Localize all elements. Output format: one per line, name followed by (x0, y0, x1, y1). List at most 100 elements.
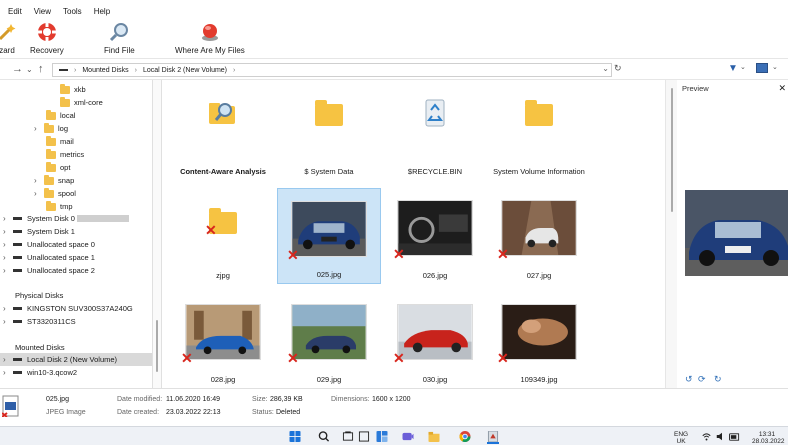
chevron-down-icon[interactable]: ⌄ (740, 63, 746, 71)
disk-icon (13, 256, 22, 259)
folder-icon (44, 174, 54, 185)
tree-item-disk-selected[interactable]: › Local Disk 2 (New Volume) (0, 353, 152, 366)
chevron-right-icon[interactable]: › (3, 227, 11, 236)
tree-item-disk[interactable]: › ST3320311CS (3, 315, 76, 328)
chevron-right-icon[interactable]: › (3, 240, 11, 249)
filter-icon[interactable]: ▼ (728, 63, 738, 74)
grid-item-folder[interactable]: $ System Data (277, 84, 381, 180)
tree-item[interactable]: xml-core (60, 96, 103, 109)
address-dropdown-icon[interactable]: ⌄ (602, 64, 609, 73)
grid-item-file[interactable]: ✕ 027.jpg (487, 188, 591, 284)
chevron-right-icon[interactable]: › (3, 214, 11, 223)
menu-edit[interactable]: Edit (0, 6, 28, 19)
flip-icon[interactable]: ⟳ (698, 374, 706, 385)
grid-item-folder[interactable]: System Volume Information (487, 84, 591, 180)
deleted-mark-icon: ✕ (181, 350, 193, 366)
chevron-right-icon[interactable]: › (34, 124, 42, 133)
grid-item-folder-deleted[interactable]: ✕ zjpg (171, 188, 275, 284)
status-file-name: 025.jpg (46, 396, 69, 403)
chevron-down-icon[interactable]: ⌄ (26, 65, 33, 74)
grid-item-file[interactable]: ✕ 026.jpg (383, 188, 487, 284)
grid-item-file[interactable]: ✕ 028.jpg (171, 292, 275, 388)
deleted-mark-icon: ✕ (287, 247, 299, 263)
scrollbar-thumb[interactable] (156, 320, 158, 372)
battery-icon[interactable] (729, 433, 740, 441)
tree-item[interactable]: local (46, 109, 75, 122)
grid-item-folder[interactable]: $RECYCLE.BIN (383, 84, 487, 180)
physical-disks-heading: Physical Disks (15, 291, 64, 300)
app-taskbar-icon[interactable] (487, 431, 499, 442)
scrollbar-thumb[interactable] (671, 88, 673, 212)
refresh-icon[interactable]: ↻ (614, 63, 622, 74)
folder-icon (46, 200, 56, 211)
chevron-right-icon[interactable]: › (3, 304, 11, 313)
chevron-right-icon[interactable]: › (3, 266, 11, 275)
tree-item[interactable]: xkb (60, 83, 86, 96)
wizard-button[interactable]: zard (0, 21, 18, 55)
search-icon[interactable] (318, 431, 330, 442)
folder-icon (60, 96, 70, 107)
photo-thumbnail: ✕ (393, 200, 473, 261)
grid-scrollbar[interactable] (665, 80, 677, 388)
task-view-icon[interactable] (342, 431, 354, 442)
close-icon[interactable]: ✕ (778, 83, 786, 94)
grid-item-file[interactable]: ✕ 030.jpg (383, 292, 487, 388)
volume-icon[interactable] (716, 432, 725, 441)
teams-chat-icon[interactable] (402, 431, 414, 442)
address-bar[interactable]: › Mounted Disks › Local Disk 2 (New Volu… (52, 63, 612, 77)
tree-item-disk[interactable]: › System Disk 0 (3, 212, 129, 225)
tree-item-disk[interactable]: › KINGSTON SUV300S37A240G (3, 302, 133, 315)
where-are-my-files-button[interactable]: Where Are My Files (175, 21, 245, 55)
menu-tools[interactable]: Tools (57, 6, 88, 19)
tree-item[interactable]: opt (46, 161, 70, 174)
recovery-button[interactable]: Recovery (30, 21, 64, 55)
chevron-right-icon[interactable]: › (3, 317, 11, 326)
tree-item[interactable]: metrics (46, 148, 84, 161)
tray-region: UK (676, 438, 686, 445)
breadcrumb-mounted-disks[interactable]: Mounted Disks (82, 67, 128, 74)
tree-item-disk[interactable]: › Unallocated space 0 (3, 238, 95, 251)
up-arrow-icon[interactable]: ↑ (38, 63, 44, 75)
taskbar: ENG UK 13:31 28.03.2022 (0, 426, 788, 445)
file-explorer-icon[interactable] (428, 431, 440, 442)
chevron-right-icon[interactable]: › (3, 355, 11, 364)
grid-item-label: Content-Aware Analysis (180, 167, 266, 176)
chevron-right-icon[interactable]: › (3, 368, 11, 377)
wifi-icon[interactable] (702, 432, 711, 441)
menu-view[interactable]: View (28, 6, 57, 19)
language-indicator[interactable]: ENG UK (674, 431, 688, 445)
windows-start-icon[interactable] (289, 431, 301, 442)
tree-item[interactable]: › spool (34, 187, 76, 200)
chevron-right-icon[interactable]: › (3, 253, 11, 262)
rotate-left-icon[interactable]: ↺ (685, 374, 693, 385)
grid-item-file[interactable]: ✕ 029.jpg (277, 292, 381, 388)
tree-item-disk[interactable]: › System Disk 1 (3, 225, 75, 238)
find-file-button[interactable]: Find File (104, 21, 135, 55)
grid-item-file[interactable]: ✕ 109349.jpg (487, 292, 591, 388)
view-mode-icon[interactable] (756, 63, 768, 73)
tree-item[interactable]: mail (46, 135, 74, 148)
menu-help[interactable]: Help (88, 6, 116, 19)
rotate-right-icon[interactable]: ↻ (714, 374, 722, 385)
breadcrumb-local-disk[interactable]: Local Disk 2 (New Volume) (143, 67, 227, 74)
tree-item-disk[interactable]: › Unallocated space 2 (3, 264, 95, 277)
clock[interactable]: 13:31 28.03.2022 (752, 431, 785, 445)
deleted-mark-icon: ✕ (393, 246, 405, 262)
widgets-panel-icon[interactable] (376, 431, 388, 442)
chevron-down-icon[interactable]: ⌄ (772, 63, 778, 71)
disk-icon (13, 217, 22, 220)
grid-item-file-selected[interactable]: ✕ 025.jpg (277, 188, 381, 284)
chrome-icon[interactable] (459, 431, 471, 442)
tree-item-disk[interactable]: › win10-3.qcow2 (3, 366, 77, 379)
tree-item-label: log (58, 124, 69, 133)
widgets-icon[interactable] (358, 431, 370, 442)
grid-item-folder[interactable]: Content-Aware Analysis (171, 84, 275, 180)
tree-item[interactable]: › log (34, 122, 68, 135)
sidebar-scrollbar[interactable] (152, 80, 162, 388)
tree-item[interactable]: › snap (34, 174, 74, 187)
back-arrow-icon[interactable]: → (12, 63, 23, 75)
chevron-right-icon[interactable]: › (34, 176, 42, 185)
chevron-right-icon[interactable]: › (34, 189, 42, 198)
tree-item-disk[interactable]: › Unallocated space 1 (3, 251, 95, 264)
preview-image (685, 190, 788, 276)
